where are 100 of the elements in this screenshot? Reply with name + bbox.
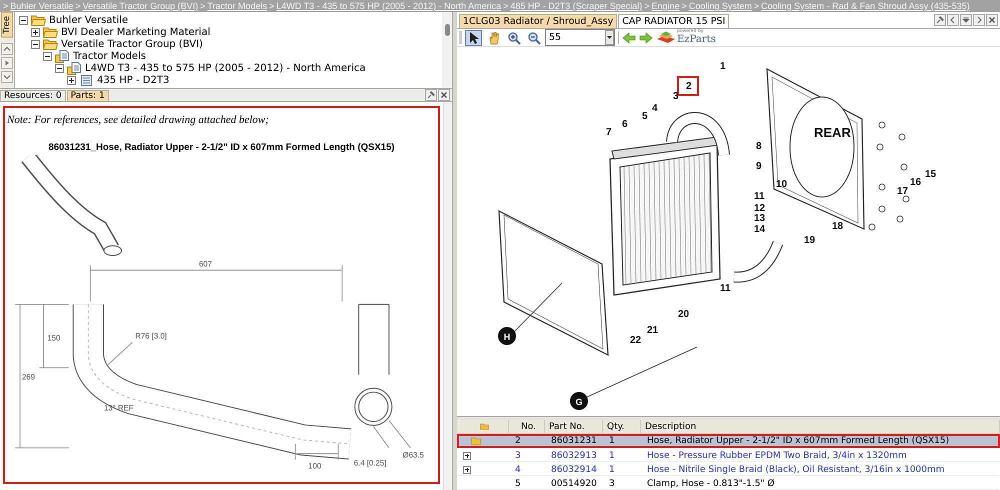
dimension-label: 150 <box>47 333 60 342</box>
view-callout[interactable]: G <box>570 392 588 410</box>
scrollbar[interactable] <box>443 102 452 490</box>
breadcrumb-separator: > <box>644 1 650 11</box>
table-row[interactable]: 4 86032914 1 Hose - Nitrile Single Braid (Black), Oil Resistant, 3/16in x 1000mm <box>457 462 1000 476</box>
table-row[interactable]: 5 00514920 3 Clamp, Hose - 0.813"-1.5" Ø <box>457 476 1000 490</box>
collapse-icon[interactable] <box>19 16 28 24</box>
scrollbar[interactable] <box>442 12 452 88</box>
breadcrumb-separator: > <box>682 1 687 11</box>
column-header[interactable]: Description <box>641 420 1000 433</box>
table-row[interactable]: 2 86031231 1 Hose, Radiator Upper - 2-1/2" ID x 607mm Formed Length (QSX15) <box>457 434 1000 448</box>
pin-icon[interactable] <box>934 14 946 26</box>
table-cell-text: 1 <box>608 464 616 475</box>
callout-number[interactable]: 8 <box>756 141 762 152</box>
zoom-field[interactable]: 55 <box>545 29 615 46</box>
callout-number[interactable]: 2 <box>677 76 699 96</box>
callout-number[interactable]: 11 <box>754 191 765 202</box>
tab[interactable]: 1CLG03 Radiator / Shroud_Assy <box>459 14 618 28</box>
breadcrumb-separator: > <box>503 1 508 11</box>
document-icon <box>55 50 70 62</box>
tab[interactable]: CAP RADIATOR 15 PSI <box>618 14 730 28</box>
play-icon[interactable] <box>1 56 13 69</box>
callout-number[interactable]: 17 <box>897 186 908 197</box>
tree-item[interactable]: Buhler Versatile <box>49 14 128 26</box>
column-header[interactable]: No. <box>509 420 545 433</box>
callout-number[interactable]: 16 <box>910 177 922 188</box>
table-cell-text: 1 <box>608 450 616 461</box>
callout-number[interactable]: 19 <box>804 235 816 246</box>
dimension-label: R76 [3.0] <box>135 332 167 340</box>
callout-number[interactable]: 12 <box>754 203 766 214</box>
breadcrumb-separator: > <box>3 1 8 11</box>
tab[interactable]: Parts: 1 <box>66 90 109 101</box>
chevron-right-icon[interactable] <box>973 14 985 26</box>
view-callout[interactable]: H <box>498 327 516 345</box>
callout-number[interactable]: 1 <box>720 61 726 72</box>
dimension-label: 100 <box>308 461 322 470</box>
callout-number[interactable]: 20 <box>678 309 690 320</box>
dimension-label: 6.4 [0.25] <box>354 458 386 468</box>
expand-icon[interactable] <box>67 76 76 84</box>
callout-number[interactable]: 10 <box>776 179 788 190</box>
pin-icon[interactable] <box>425 89 437 101</box>
table-cell-text: 3 <box>514 450 522 461</box>
close-icon[interactable] <box>986 14 998 26</box>
tree-item[interactable]: Tractor Models <box>73 50 146 62</box>
folder-icon <box>31 14 46 26</box>
document-icon <box>79 74 94 86</box>
column-header[interactable]: Part No. <box>545 420 603 433</box>
document-icon <box>67 62 82 74</box>
collapse-icon[interactable] <box>55 64 64 72</box>
collapse-icon[interactable] <box>31 40 40 48</box>
expand-icon[interactable] <box>463 452 471 460</box>
expand-icon[interactable] <box>31 28 40 36</box>
table-cell-text: Hose - Pressure Rubber EPDM Two Braid, 3/4in x 1320mm <box>646 450 908 461</box>
tab[interactable]: Resources: 0 <box>0 90 66 101</box>
callout-number[interactable]: 15 <box>925 169 936 180</box>
callout-number[interactable]: 9 <box>756 161 762 172</box>
table-cell-text: 00514920 <box>550 478 598 489</box>
chevron-left-icon[interactable] <box>947 14 959 26</box>
callout-number[interactable]: 11 <box>720 283 731 294</box>
table-cell-text: Hose - Nitrile Single Braid (Black), Oil Resistant, 3/16in x 1000mm <box>646 464 946 475</box>
tree-side-tab[interactable]: Tree <box>1 12 13 38</box>
breadcrumb-separator: > <box>75 1 81 11</box>
dimension-label: 13° REF <box>104 404 134 413</box>
leader-line <box>514 282 562 332</box>
callout-number[interactable]: 6 <box>622 119 628 130</box>
forward-arrow-icon[interactable] <box>639 32 653 44</box>
table-cell-text: 4 <box>514 464 522 475</box>
table-row[interactable]: 3 86032913 1 Hose - Pressure Rubber EPDM Two Braid, 3/4in x 1320mm <box>457 448 1000 462</box>
table-cell-text: 86032913 <box>550 450 598 461</box>
table-cell-text: 86031231 <box>550 436 598 446</box>
dimension-label: 269 <box>22 372 35 382</box>
dropdown-icon[interactable] <box>960 14 972 26</box>
tree-item[interactable]: BVI Dealer Marketing Material <box>61 26 210 38</box>
back-arrow-icon[interactable] <box>622 32 636 44</box>
tree-item[interactable]: 435 HP - D2T3 <box>97 74 170 86</box>
callout-number[interactable]: 4 <box>652 103 658 114</box>
tree-item[interactable]: Versatile Tractor Group (BVI) <box>61 38 203 50</box>
dropdown-icon[interactable] <box>605 30 614 45</box>
collapse-icon[interactable] <box>43 52 52 60</box>
table-cell-text: 5 <box>514 478 522 489</box>
callout-number[interactable]: 7 <box>606 127 612 138</box>
note-text: Note: For references, see detailed drawing attached below; <box>7 114 270 126</box>
column-header[interactable]: Qty. <box>603 420 641 433</box>
callout-number[interactable]: 5 <box>642 111 648 122</box>
expand-icon[interactable] <box>463 466 471 474</box>
callout-number[interactable]: 21 <box>647 325 658 336</box>
callout-number[interactable]: 3 <box>673 91 679 102</box>
callout-number[interactable]: 18 <box>832 221 844 232</box>
pointer-tool[interactable] <box>465 30 482 46</box>
lower-hose-drawing <box>734 240 784 283</box>
breadcrumb-separator: > <box>200 1 206 11</box>
table-cell-text: 86032914 <box>550 464 598 475</box>
close-icon[interactable] <box>438 89 450 101</box>
chevron-up-icon[interactable] <box>1 42 13 55</box>
callout-number[interactable]: 22 <box>630 335 642 346</box>
tree-item[interactable]: L4WD T3 - 435 to 575 HP (2005 - 2012) - North America <box>85 62 366 74</box>
callout-number[interactable]: 14 <box>754 224 766 235</box>
chevron-down-icon[interactable] <box>1 70 13 83</box>
dimension-label: 607 <box>198 259 212 268</box>
callout-number[interactable]: 13 <box>754 213 766 224</box>
